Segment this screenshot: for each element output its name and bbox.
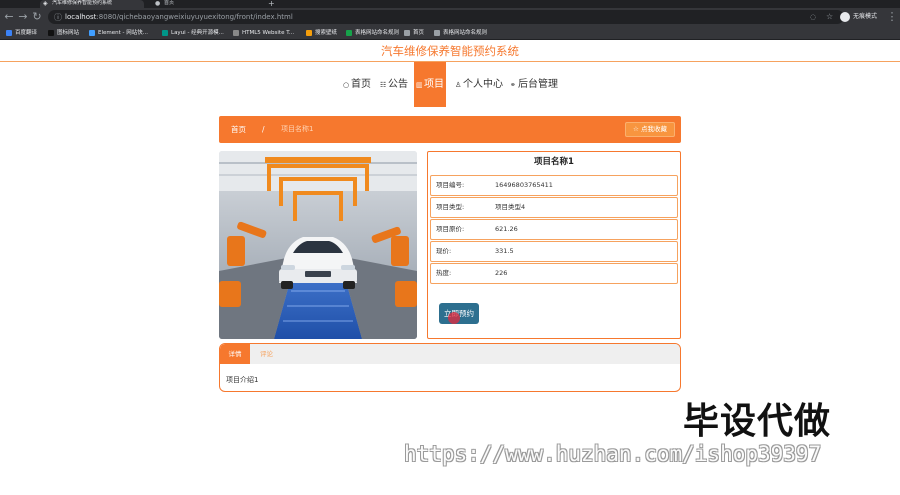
tab-favicon-globe: ● bbox=[155, 0, 161, 7]
field-label: 项目原价: bbox=[436, 225, 465, 233]
project-introduction: 项目介绍1 bbox=[226, 376, 259, 384]
detail-tabs: 详情 评论 项目介绍1 bbox=[219, 343, 681, 392]
nav-label: 后台管理 bbox=[518, 79, 558, 90]
browser-tab-strip: ◈ 汽车维修保养智能预约系统 ● 首页 + bbox=[0, 0, 900, 8]
field-project-type: 项目类型: 项目类型4 bbox=[430, 197, 678, 218]
bookmark-item[interactable]: 表格网站命名规则 bbox=[346, 28, 399, 38]
field-label: 项目编号: bbox=[436, 181, 465, 189]
browser-tab-active[interactable]: ◈ 汽车维修保养智能预约系统 bbox=[40, 0, 144, 8]
bookmark-item[interactable]: 首页 bbox=[404, 28, 424, 38]
bookmark-label: 首页 bbox=[413, 30, 425, 36]
forward-arrow-icon[interactable]: → bbox=[17, 11, 29, 23]
incognito-avatar bbox=[840, 11, 850, 22]
nav-item-personal-center[interactable]: ♙ 个人中心 bbox=[455, 62, 503, 107]
breadcrumb-current: 项目名称1 bbox=[281, 125, 314, 133]
menu-kebab-icon[interactable]: ⋮ bbox=[886, 11, 898, 23]
bookmark-item[interactable]: 百度翻译 bbox=[6, 28, 37, 38]
bookmark-icon bbox=[89, 30, 95, 36]
nav-item-admin[interactable]: ⚭ 后台管理 bbox=[510, 62, 558, 107]
bookmark-icon bbox=[233, 30, 239, 36]
breadcrumb-home-link[interactable]: 首页 bbox=[231, 116, 246, 143]
breadcrumb-separator: / bbox=[262, 125, 265, 134]
link-icon: ⚭ bbox=[510, 81, 516, 89]
url-path: :8080/qichebaoyangweixiuyuyuexitong/fron… bbox=[96, 13, 293, 21]
bookmark-icon bbox=[48, 30, 54, 36]
nav-item-home[interactable]: ○ 首页 bbox=[343, 62, 371, 107]
tab-details[interactable]: 详情 bbox=[220, 344, 250, 364]
url-text: localhost:8080/qichebaoyangweixiuyuyuexi… bbox=[65, 11, 293, 23]
nav-item-notice[interactable]: ☷ 公告 bbox=[380, 62, 408, 107]
bookmark-icon bbox=[306, 30, 312, 36]
browser-tab-title: 首页 bbox=[164, 0, 175, 6]
breadcrumb: 首页 / 项目名称1 ☆ 点我收藏 bbox=[219, 116, 681, 143]
project-icon: ▥ bbox=[416, 81, 423, 89]
browser-tab-title: 汽车维修保养智能预约系统 bbox=[52, 0, 113, 6]
browser-toolbar: ← → ↻ ⓘ localhost:8080/qichebaoyangweixi… bbox=[0, 8, 900, 26]
field-project-number: 项目编号: 16496803765411 bbox=[430, 175, 678, 196]
back-arrow-icon[interactable]: ← bbox=[3, 11, 15, 23]
bookmark-item[interactable]: Layui - 经典开源模... bbox=[162, 28, 224, 38]
field-popularity: 热度: 226 bbox=[430, 263, 678, 284]
watermark-url: https://www.huzhan.com/ishop39397 bbox=[404, 442, 822, 466]
bookmark-icon bbox=[6, 30, 12, 36]
bookmarks-bar: 百度翻译 图标网站 Element - 网站快... Layui - 经典开源模… bbox=[0, 26, 900, 40]
project-image bbox=[219, 151, 417, 339]
info-icon[interactable]: ⓘ bbox=[54, 12, 62, 23]
bookmark-label: 表格网站命名规则 bbox=[443, 30, 488, 36]
nav-label: 项目 bbox=[424, 79, 444, 90]
bookmark-label: 搜索壁纸 bbox=[315, 30, 338, 36]
bookmark-item[interactable]: 搜索壁纸 bbox=[306, 28, 337, 38]
tabs-header: 详情 评论 bbox=[220, 344, 680, 364]
new-tab-button[interactable]: + bbox=[268, 0, 275, 8]
bookmark-item[interactable]: Element - 网站快... bbox=[89, 28, 148, 38]
project-name: 项目名称1 bbox=[534, 157, 574, 167]
tab-favicon: ◈ bbox=[43, 0, 48, 7]
project-detail-card: 项目名称1 项目编号: 16496803765411 项目类型: 项目类型4 项… bbox=[427, 151, 681, 339]
bookmark-label: HTML5 Website T... bbox=[242, 30, 295, 36]
favorite-button[interactable]: ☆ 点我收藏 bbox=[625, 122, 675, 137]
field-current-price: 现价: 331.5 bbox=[430, 241, 678, 262]
bookmark-label: Element - 网站快... bbox=[98, 30, 148, 36]
site-title: 汽车维修保养智能预约系统 bbox=[381, 44, 519, 58]
bookmark-item[interactable]: 表格网站命名规则 bbox=[434, 28, 487, 38]
nav-label: 首页 bbox=[351, 79, 371, 90]
tab-comments[interactable]: 评论 bbox=[260, 344, 273, 364]
browser-tab-home[interactable]: ● 首页 bbox=[152, 0, 262, 8]
bookmark-label: 图标网站 bbox=[57, 30, 80, 36]
user-icon: ♙ bbox=[455, 81, 462, 89]
notice-icon: ☷ bbox=[380, 81, 387, 89]
bookmark-label: 百度翻译 bbox=[15, 30, 38, 36]
field-value: 16496803765411 bbox=[495, 181, 553, 189]
home-icon: ○ bbox=[343, 81, 350, 89]
bookmark-item[interactable]: 图标网站 bbox=[48, 28, 79, 38]
star-icon[interactable]: ☆ bbox=[826, 12, 833, 21]
address-bar[interactable]: ⓘ localhost:8080/qichebaoyangweixiuyuyue… bbox=[48, 10, 844, 24]
bookmark-icon bbox=[162, 30, 168, 36]
field-label: 项目类型: bbox=[436, 203, 465, 211]
watermark-text: 毕设代做 bbox=[683, 401, 832, 442]
url-host: localhost bbox=[65, 13, 97, 21]
bookmark-icon bbox=[434, 30, 440, 36]
main-nav: ○ 首页 ☷ 公告 ▥项目 ♙ 个人中心 ⚭ 后台管理 bbox=[0, 62, 900, 107]
field-value: 621.26 bbox=[495, 225, 518, 233]
profile-label: 无痕模式 bbox=[853, 13, 878, 20]
field-original-price: 项目原价: 621.26 bbox=[430, 219, 678, 240]
nav-item-project[interactable]: ▥项目 bbox=[414, 62, 446, 107]
nav-label: 公告 bbox=[388, 79, 408, 90]
field-value: 226 bbox=[495, 269, 508, 277]
field-label: 现价: bbox=[436, 247, 452, 255]
eye-off-icon[interactable]: ◌ bbox=[810, 13, 816, 21]
reload-icon[interactable]: ↻ bbox=[31, 11, 43, 23]
incognito-profile[interactable]: 无痕模式 bbox=[840, 10, 877, 24]
bookmark-icon bbox=[404, 30, 410, 36]
bookmark-label: 表格网站命名规则 bbox=[355, 30, 400, 36]
bookmark-item[interactable]: HTML5 Website T... bbox=[233, 28, 294, 38]
bookmark-icon bbox=[346, 30, 352, 36]
bookmark-label: Layui - 经典开源模... bbox=[171, 30, 224, 36]
field-value: 项目类型4 bbox=[495, 203, 526, 211]
nav-label: 个人中心 bbox=[463, 79, 503, 90]
field-label: 热度: bbox=[436, 269, 452, 277]
field-value: 331.5 bbox=[495, 247, 514, 255]
cursor-highlight bbox=[448, 312, 460, 324]
